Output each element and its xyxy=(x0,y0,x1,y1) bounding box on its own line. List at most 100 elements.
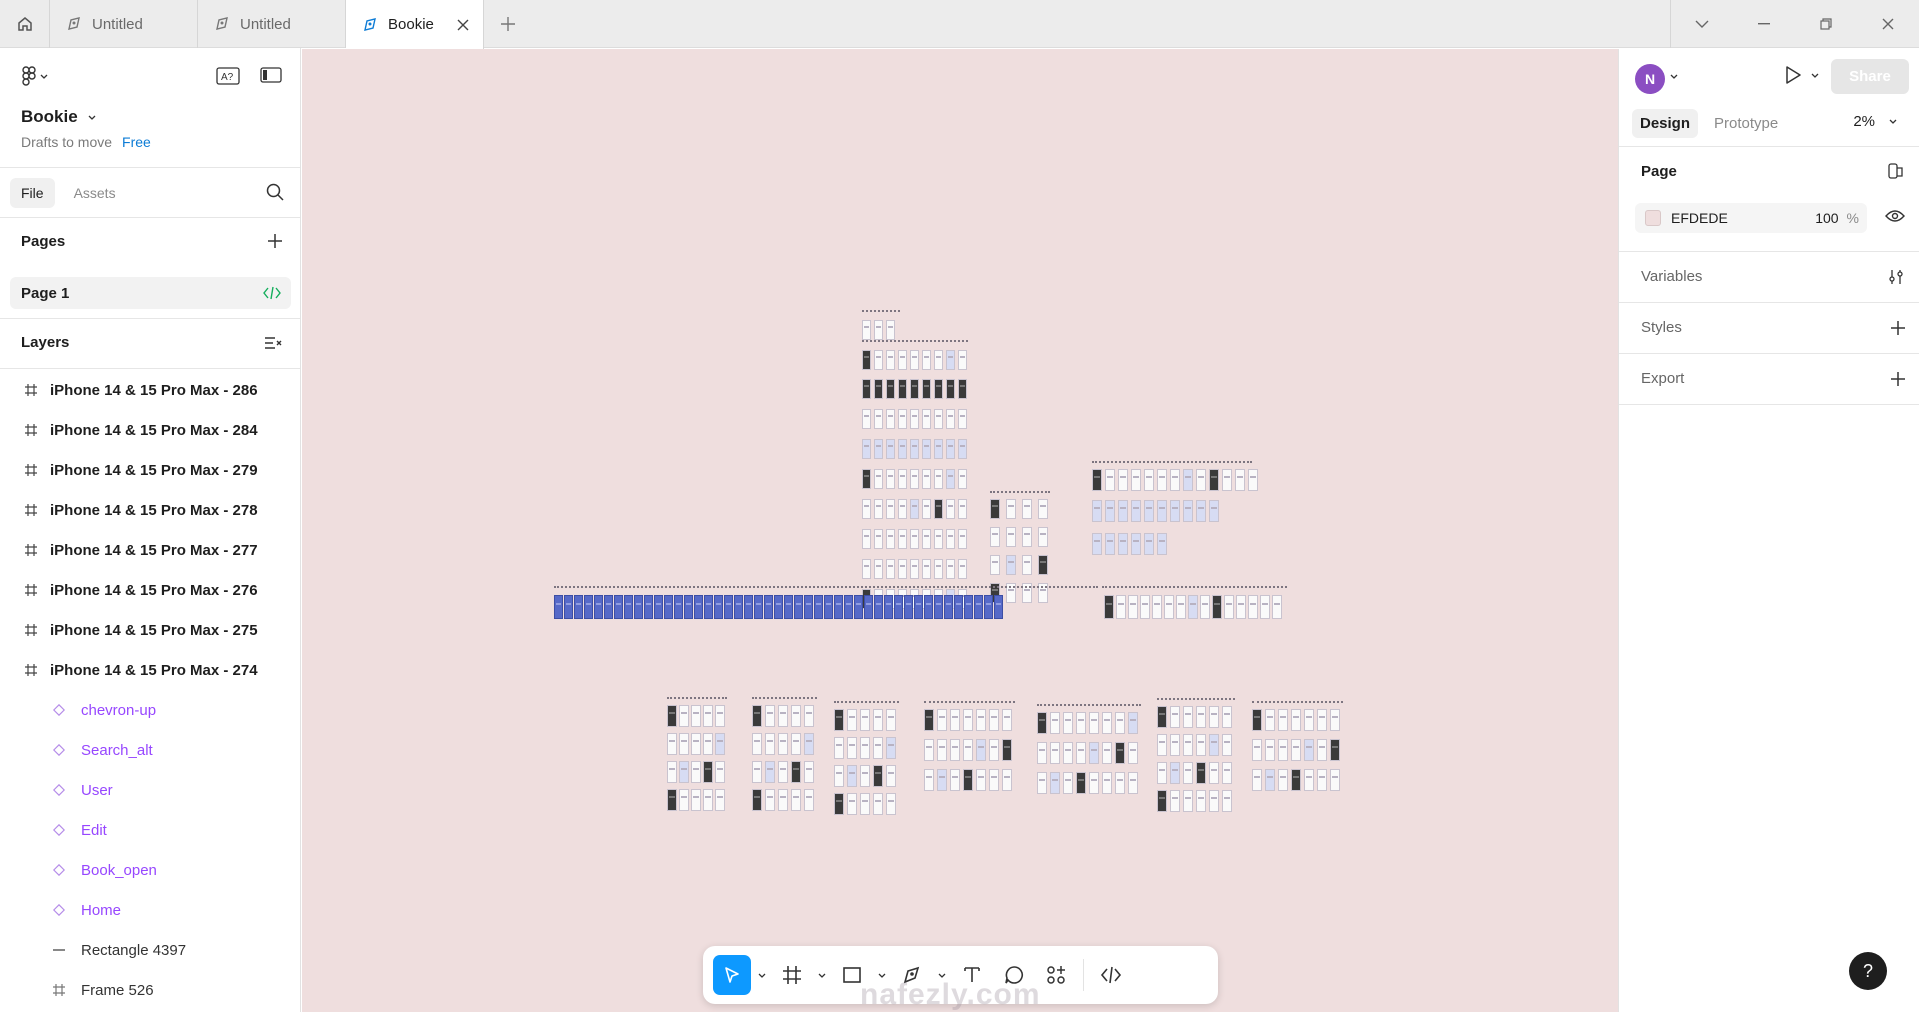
frame-thumbnail[interactable] xyxy=(898,499,907,519)
frame-thumbnail[interactable] xyxy=(1128,742,1138,764)
frame-thumbnail[interactable] xyxy=(1115,712,1125,734)
frame-thumbnail[interactable] xyxy=(934,350,943,370)
frame-thumbnail[interactable] xyxy=(1157,790,1167,812)
tab-bookie[interactable]: Bookie xyxy=(346,0,484,49)
frame-thumbnail[interactable] xyxy=(934,379,943,399)
frame-thumbnail[interactable] xyxy=(1209,790,1219,812)
frame-thumbnail[interactable] xyxy=(1304,769,1314,791)
frame-thumbnail[interactable] xyxy=(937,709,947,731)
frame-thumbnail[interactable] xyxy=(862,499,871,519)
frame-thumbnail[interactable] xyxy=(824,595,833,619)
frame-thumbnail[interactable] xyxy=(752,761,762,783)
tab-design[interactable]: Design xyxy=(1632,109,1699,138)
frame-thumbnail[interactable] xyxy=(874,499,883,519)
frame-thumbnail[interactable] xyxy=(1170,469,1180,491)
frame-thumbnail[interactable] xyxy=(1050,712,1060,734)
frame-thumbnail[interactable] xyxy=(1278,769,1288,791)
frame-thumbnail[interactable] xyxy=(1022,499,1032,519)
frame-thumbnail[interactable] xyxy=(784,595,793,619)
frame-thumbnail[interactable] xyxy=(654,595,663,619)
frame-thumbnail[interactable] xyxy=(934,595,943,619)
frame-thumbnail[interactable] xyxy=(898,409,907,429)
frame-thumbnail[interactable] xyxy=(1063,772,1073,794)
frame-thumbnail[interactable] xyxy=(990,499,1000,519)
frame-thumbnail[interactable] xyxy=(679,761,689,783)
frame-thumbnail[interactable] xyxy=(924,709,934,731)
frame-thumbnail[interactable] xyxy=(1002,709,1012,731)
frame-thumbnail[interactable] xyxy=(1248,469,1258,491)
frame-thumbnail[interactable] xyxy=(778,733,788,755)
frame-thumbnail[interactable] xyxy=(898,559,907,579)
frame-thumbnail[interactable] xyxy=(886,499,895,519)
frame-thumbnail[interactable] xyxy=(1105,500,1115,522)
frame-thumbnail[interactable] xyxy=(752,705,762,727)
frame-thumbnail[interactable] xyxy=(958,379,967,399)
frame-thumbnail[interactable] xyxy=(886,379,895,399)
frame-thumbnail[interactable] xyxy=(715,761,725,783)
frame-thumbnail[interactable] xyxy=(974,595,983,619)
frame-thumbnail[interactable] xyxy=(894,595,903,619)
frame-thumbnail[interactable] xyxy=(934,439,943,459)
frame-thumbnail[interactable] xyxy=(834,709,844,731)
tab-untitled-2[interactable]: Untitled xyxy=(198,0,346,48)
minimize-button[interactable] xyxy=(1733,0,1795,48)
chevron-down-icon[interactable] xyxy=(1670,74,1678,79)
frame-thumbnail[interactable] xyxy=(1183,734,1193,756)
layer-row[interactable]: iPhone 14 & 15 Pro Max - 274 xyxy=(0,650,300,690)
frame-thumbnail[interactable] xyxy=(1076,742,1086,764)
move-tool[interactable] xyxy=(713,955,751,995)
frame-thumbnail[interactable] xyxy=(886,350,895,370)
frame-thumbnail[interactable] xyxy=(1252,739,1262,761)
layer-row[interactable]: iPhone 14 & 15 Pro Max - 275 xyxy=(0,610,300,650)
frame-thumbnail[interactable] xyxy=(1128,595,1138,619)
frame-thumbnail[interactable] xyxy=(1304,739,1314,761)
frame-thumbnail[interactable] xyxy=(1265,739,1275,761)
layer-row[interactable]: iPhone 14 & 15 Pro Max - 284 xyxy=(0,410,300,450)
frame-thumbnail[interactable] xyxy=(914,595,923,619)
frame-thumbnail[interactable] xyxy=(910,469,919,489)
frame-thumbnail[interactable] xyxy=(847,793,857,815)
frame-thumbnail[interactable] xyxy=(910,559,919,579)
frame-thumbnail[interactable] xyxy=(976,739,986,761)
frame-thumbnail[interactable] xyxy=(1265,769,1275,791)
main-menu-button[interactable] xyxy=(22,66,48,86)
actions-tool[interactable] xyxy=(1037,955,1075,995)
frame-thumbnail[interactable] xyxy=(910,439,919,459)
frame-thumbnail[interactable] xyxy=(703,705,713,727)
frame-thumbnail[interactable] xyxy=(847,765,857,787)
help-button[interactable]: ? xyxy=(1849,952,1887,990)
frame-thumbnail[interactable] xyxy=(1102,742,1112,764)
page-library-icon[interactable] xyxy=(1887,162,1905,180)
layer-row[interactable]: iPhone 14 & 15 Pro Max - 279 xyxy=(0,450,300,490)
frame-thumbnail[interactable] xyxy=(1157,469,1167,491)
layer-row[interactable]: User xyxy=(0,770,300,810)
frame-thumbnail[interactable] xyxy=(1278,709,1288,731)
frame-thumbnail[interactable] xyxy=(862,529,871,549)
frame-thumbnail[interactable] xyxy=(703,733,713,755)
frame-thumbnail[interactable] xyxy=(898,379,907,399)
frame-thumbnail[interactable] xyxy=(1209,500,1219,522)
frame-thumbnail[interactable] xyxy=(910,409,919,429)
frame-thumbnail[interactable] xyxy=(1291,769,1301,791)
add-style-icon[interactable] xyxy=(1891,321,1905,335)
layer-row[interactable]: Book_open xyxy=(0,850,300,890)
frame-thumbnail[interactable] xyxy=(1157,762,1167,784)
frame-thumbnail[interactable] xyxy=(724,595,733,619)
frame-thumbnail[interactable] xyxy=(958,529,967,549)
frame-thumbnail[interactable] xyxy=(910,350,919,370)
frame-thumbnail[interactable] xyxy=(667,761,677,783)
frame-thumbnail[interactable] xyxy=(922,469,931,489)
frame-thumbnail[interactable] xyxy=(804,705,814,727)
frame-thumbnail[interactable] xyxy=(922,529,931,549)
frame-thumbnail[interactable] xyxy=(898,469,907,489)
frame-thumbnail[interactable] xyxy=(1330,709,1340,731)
frame-thumbnail[interactable] xyxy=(1260,595,1270,619)
frame-thumbnail[interactable] xyxy=(715,733,725,755)
frame-thumbnail[interactable] xyxy=(963,769,973,791)
frame-thumbnail[interactable] xyxy=(1196,706,1206,728)
frame-thumbnail[interactable] xyxy=(950,769,960,791)
frame-thumbnail[interactable] xyxy=(934,469,943,489)
frame-thumbnail[interactable] xyxy=(664,595,673,619)
frame-thumbnail[interactable] xyxy=(844,595,853,619)
frame-thumbnail[interactable] xyxy=(1050,772,1060,794)
